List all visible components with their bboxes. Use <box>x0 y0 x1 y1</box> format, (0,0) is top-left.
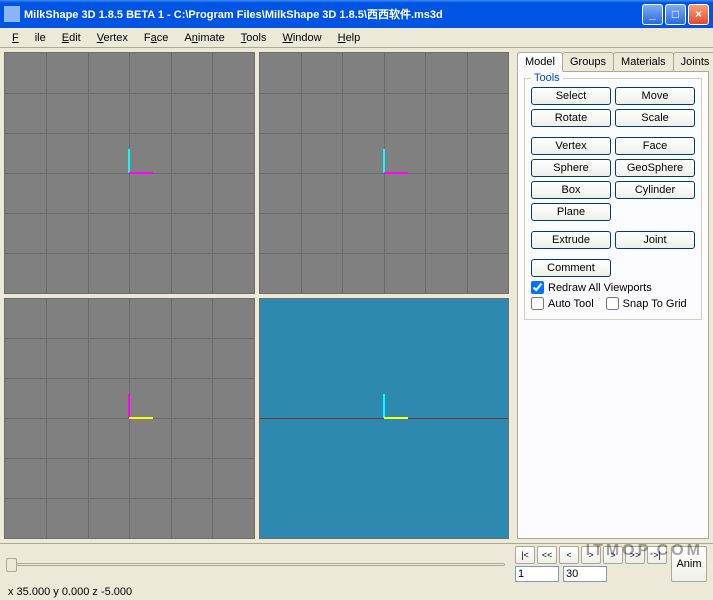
tools-group: Tools Select Move Rotate Scale Vertex Fa… <box>524 78 702 320</box>
comment-button[interactable]: Comment <box>531 259 611 277</box>
viewport-area <box>0 48 513 543</box>
geosphere-button[interactable]: GeoSphere <box>615 159 695 177</box>
sphere-button[interactable]: Sphere <box>531 159 611 177</box>
move-button[interactable]: Move <box>615 87 695 105</box>
minimize-button[interactable]: _ <box>642 4 663 25</box>
tab-groups[interactable]: Groups <box>562 52 614 72</box>
viewport-front[interactable] <box>4 52 255 294</box>
current-frame-input[interactable] <box>515 566 559 582</box>
menu-vertex[interactable]: Vertex <box>89 30 136 46</box>
extrude-button[interactable]: Extrude <box>531 231 611 249</box>
prev-frame-button[interactable]: < <box>559 546 579 564</box>
window-title: MilkShape 3D 1.8.5 BETA 1 - C:\Program F… <box>24 6 642 22</box>
side-panel: Model Groups Materials Joints Tools Sele… <box>513 48 713 543</box>
maximize-button[interactable]: □ <box>665 4 686 25</box>
viewport-side[interactable] <box>259 52 510 294</box>
end-frame-input[interactable] <box>563 566 607 582</box>
select-button[interactable]: Select <box>531 87 611 105</box>
tab-model[interactable]: Model <box>517 52 563 72</box>
menu-help[interactable]: Help <box>330 30 369 46</box>
tab-materials[interactable]: Materials <box>613 52 674 72</box>
title-bar: MilkShape 3D 1.8.5 BETA 1 - C:\Program F… <box>0 0 713 28</box>
timeline-slider[interactable] <box>6 554 505 574</box>
redraw-checkbox[interactable] <box>531 281 544 294</box>
vertex-button[interactable]: Vertex <box>531 137 611 155</box>
prev-key-button[interactable]: << <box>537 546 557 564</box>
snap-checkbox[interactable] <box>606 297 619 310</box>
autotool-checkbox[interactable] <box>531 297 544 310</box>
snap-label: Snap To Grid <box>623 298 687 310</box>
menu-face[interactable]: Face <box>136 30 176 46</box>
menu-edit[interactable]: Edit <box>54 30 89 46</box>
rotate-button[interactable]: Rotate <box>531 109 611 127</box>
menu-bar: File Edit Vertex Face Animate Tools Wind… <box>0 28 713 48</box>
watermark: ITMOP.COM <box>586 542 703 560</box>
menu-animate[interactable]: Animate <box>176 30 232 46</box>
menu-window[interactable]: Window <box>274 30 329 46</box>
box-button[interactable]: Box <box>531 181 611 199</box>
viewport-perspective[interactable] <box>259 298 510 540</box>
first-frame-button[interactable]: |< <box>515 546 535 564</box>
close-button[interactable]: × <box>688 4 709 25</box>
face-button[interactable]: Face <box>615 137 695 155</box>
status-bar: x 35.000 y 0.000 z -5.000 <box>0 584 713 600</box>
menu-tools[interactable]: Tools <box>233 30 275 46</box>
menu-file[interactable]: File <box>4 30 54 46</box>
redraw-label: Redraw All Viewports <box>548 282 652 294</box>
cylinder-button[interactable]: Cylinder <box>615 181 695 199</box>
app-icon <box>4 6 20 22</box>
tools-group-title: Tools <box>531 72 563 84</box>
viewport-top[interactable] <box>4 298 255 540</box>
plane-button[interactable]: Plane <box>531 203 611 221</box>
joint-button[interactable]: Joint <box>615 231 695 249</box>
scale-button[interactable]: Scale <box>615 109 695 127</box>
tab-joints[interactable]: Joints <box>673 52 713 72</box>
autotool-label: Auto Tool <box>548 298 594 310</box>
